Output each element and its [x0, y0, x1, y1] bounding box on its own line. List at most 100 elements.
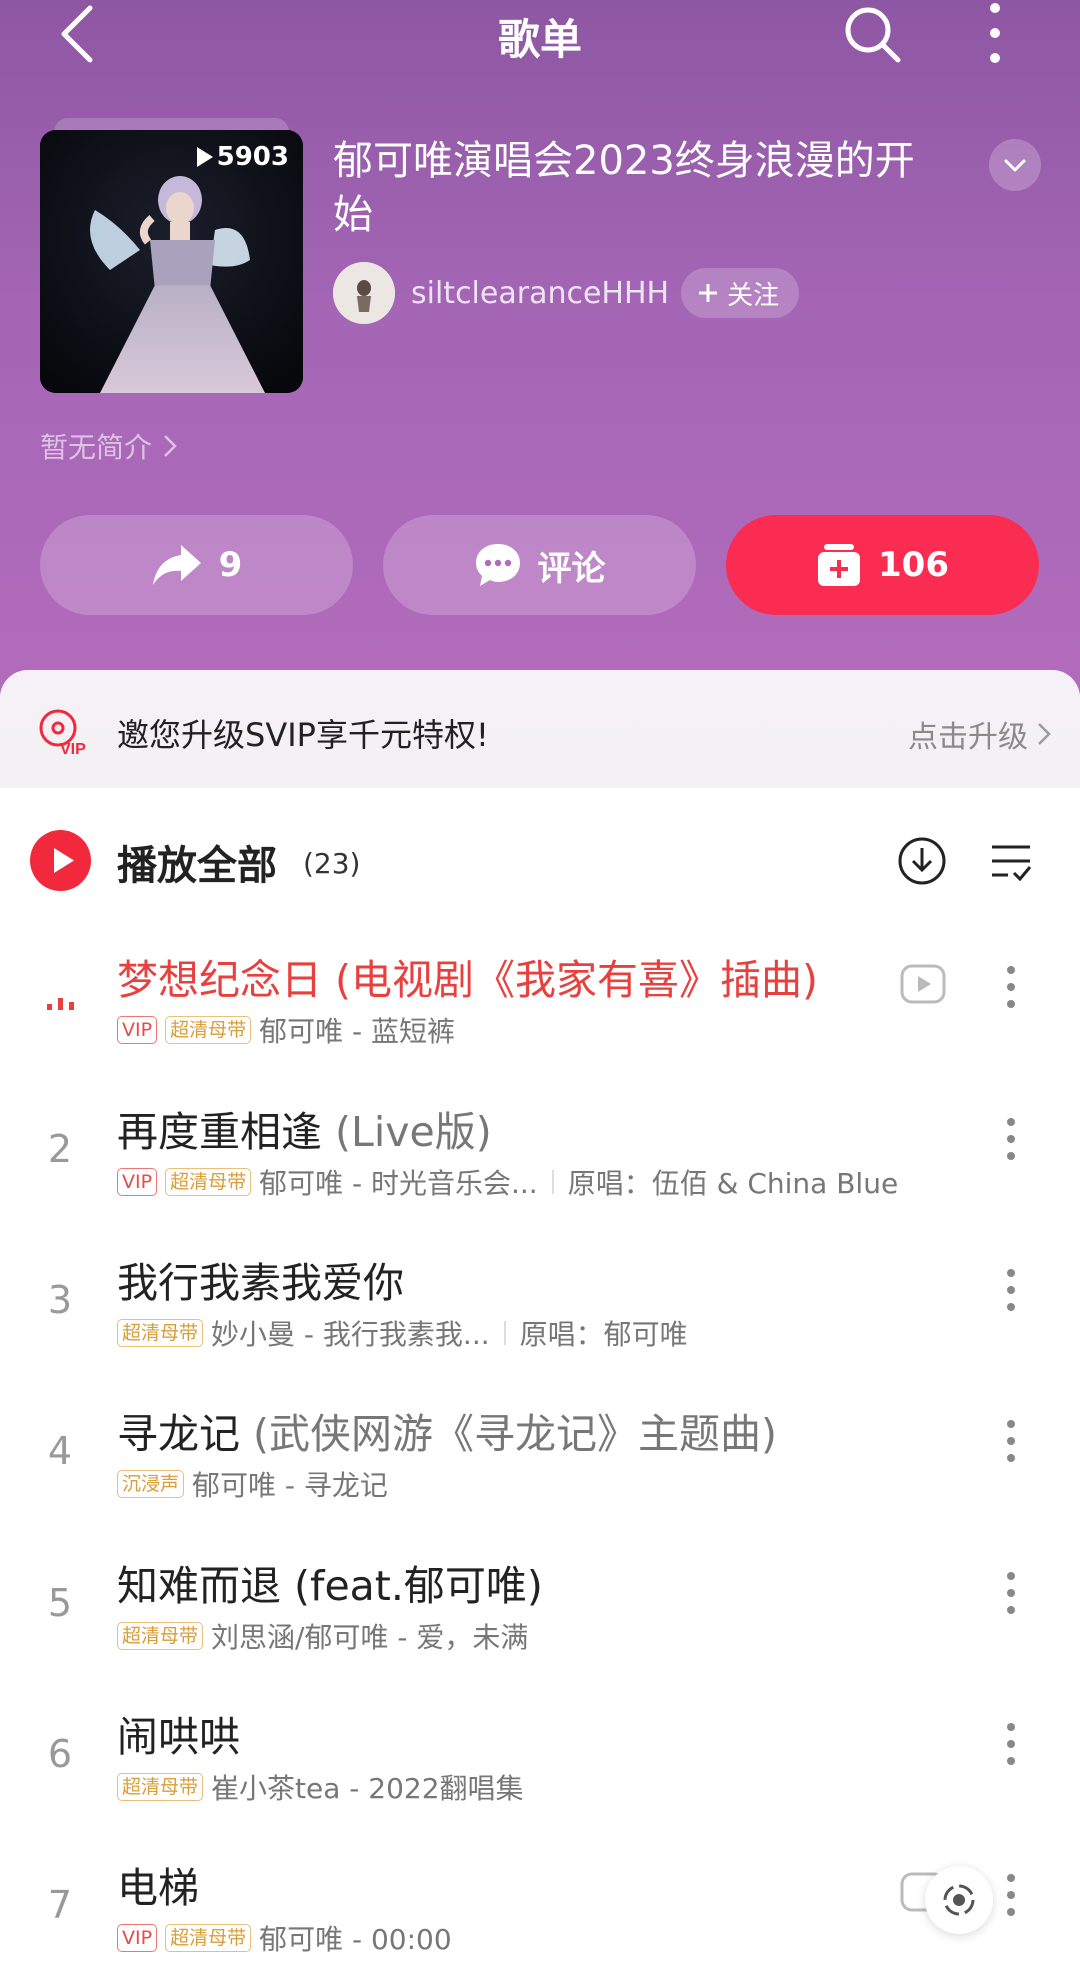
song-original-singer: 原唱：郁可唯 — [519, 1318, 688, 1351]
song-row-3[interactable]: 3 我行我素我爱你 超清母带 妙小曼 - 我行我素我... 原唱：郁可唯 — [0, 1231, 1080, 1371]
song-title: 知难而退 (feat.郁可唯) — [117, 1562, 543, 1610]
quality-tag: 超清母带 — [165, 1016, 252, 1044]
song-index: 4 — [47, 1429, 73, 1473]
download-icon[interactable] — [896, 835, 948, 887]
search-icon[interactable] — [840, 2, 904, 66]
song-artist-album: 郁可唯 - 时光音乐会... — [259, 1167, 538, 1200]
song-more-icon[interactable] — [995, 1721, 1027, 1767]
song-more-icon[interactable] — [995, 1116, 1027, 1162]
song-meta: VIP 超清母带 郁可唯 - 蓝短裤 — [117, 1010, 455, 1050]
song-title: 闹哄哄 — [117, 1713, 240, 1761]
playlist-cover[interactable]: 5903 — [40, 118, 303, 393]
comment-icon — [475, 544, 520, 586]
creator-avatar[interactable] — [333, 262, 395, 324]
song-meta: VIP 超清母带 郁可唯 - 00:00 — [117, 1918, 452, 1958]
song-index: 6 — [47, 1732, 73, 1776]
page-title: 歌单 — [497, 15, 582, 64]
song-meta: 超清母带 崔小茶tea - 2022翻唱集 — [117, 1767, 524, 1807]
more-vertical-icon[interactable] — [975, 0, 1015, 66]
comment-button[interactable]: 评论 — [383, 515, 696, 615]
upgrade-link[interactable]: 点击升级 — [908, 712, 1052, 756]
vip-tag: VIP — [117, 1016, 158, 1044]
playlist-description[interactable]: 暂无简介 — [40, 426, 178, 466]
song-title-sub: (武侠网游《寻龙记》主题曲) — [240, 1410, 778, 1458]
song-title: 再度重相逢 (Live版) — [117, 1098, 492, 1158]
multi-select-icon[interactable] — [988, 839, 1034, 885]
mv-icon[interactable] — [900, 964, 946, 1004]
vip-banner-text: 邀您升级SVIP享千元特权! — [117, 716, 489, 754]
quality-tag: 超清母带 — [165, 1168, 252, 1196]
song-more-icon[interactable] — [995, 1570, 1027, 1616]
share-icon — [152, 545, 201, 585]
song-row-5[interactable]: 5 知难而退 (feat.郁可唯) 超清母带 刘思涵/郁可唯 - 爱，未满 — [0, 1534, 1080, 1674]
song-artist-album: 郁可唯 - 寻龙记 — [192, 1469, 388, 1502]
song-title-main: 再度重相逢 — [117, 1108, 322, 1156]
plus-icon — [699, 284, 718, 302]
meta-divider — [551, 1170, 554, 1194]
song-meta: 超清母带 刘思涵/郁可唯 - 爱，未满 — [117, 1616, 528, 1656]
collect-button[interactable]: 106 — [726, 515, 1039, 615]
song-more-icon[interactable] — [995, 964, 1027, 1010]
comment-label: 评论 — [537, 548, 606, 589]
chevron-right-icon — [164, 435, 177, 457]
song-title: 我行我素我爱你 — [117, 1259, 404, 1307]
quality-tag: 超清母带 — [117, 1622, 204, 1650]
collect-count: 106 — [878, 545, 949, 585]
chevron-right-icon — [1038, 723, 1051, 745]
play-all-icon[interactable] — [30, 830, 91, 891]
song-title: 梦想纪念日 (电视剧《我家有喜》插曲) — [117, 956, 819, 1004]
collect-add-icon — [818, 544, 860, 586]
song-title-sub: (Live版) — [322, 1108, 492, 1156]
song-index: 2 — [47, 1127, 73, 1171]
upgrade-link-label: 点击升级 — [908, 720, 1028, 755]
song-row-1[interactable]: 梦想纪念日 (电视剧《我家有喜》插曲) VIP 超清母带 郁可唯 - 蓝短裤 — [0, 928, 1080, 1068]
chevron-down-icon[interactable] — [989, 139, 1041, 191]
song-artist-album: 郁可唯 - 00:00 — [259, 1923, 452, 1956]
svg-text:VIP: VIP — [60, 741, 86, 758]
share-count: 9 — [218, 545, 243, 585]
song-index: 7 — [47, 1883, 73, 1927]
creator-row: siltclearanceHHH 关注 — [333, 262, 800, 324]
song-row-7[interactable]: 7 电梯 VIP 超清母带 郁可唯 - 00:00 — [0, 1836, 1080, 1976]
creator-name[interactable]: siltclearanceHHH — [411, 276, 669, 311]
song-artist-album: 崔小茶tea - 2022翻唱集 — [211, 1772, 524, 1805]
quality-tag: 超清母带 — [117, 1773, 204, 1801]
song-meta: 超清母带 妙小曼 - 我行我素我... 原唱：郁可唯 — [117, 1313, 688, 1353]
now-playing-icon — [47, 998, 74, 1010]
quality-tag: 超清母带 — [117, 1319, 204, 1347]
song-meta: 沉浸声 郁可唯 - 寻龙记 — [117, 1464, 388, 1504]
follow-button[interactable]: 关注 — [681, 268, 800, 318]
song-row-6[interactable]: 6 闹哄哄 超清母带 崔小茶tea - 2022翻唱集 — [0, 1685, 1080, 1825]
vip-tag: VIP — [117, 1924, 158, 1952]
song-index: 5 — [47, 1581, 73, 1625]
song-count: (23) — [303, 847, 361, 880]
song-meta: VIP 超清母带 郁可唯 - 时光音乐会... 原唱：伍佰 & China Bl… — [117, 1162, 898, 1202]
locate-current-song-icon[interactable] — [925, 1866, 993, 1934]
play-all-row: 播放全部 (23) — [0, 817, 1080, 903]
playlist-title: 郁可唯演唱会2023终身浪漫的开始 — [333, 138, 915, 238]
song-original-singer: 原唱：伍佰 & China Blue — [567, 1167, 899, 1200]
vip-banner[interactable]: VIP 邀您升级SVIP享千元特权! 点击升级 — [0, 670, 1080, 788]
song-more-icon[interactable] — [995, 1267, 1027, 1313]
follow-label: 关注 — [727, 280, 780, 311]
play-count-value: 5903 — [216, 142, 289, 172]
song-index: 3 — [47, 1278, 73, 1322]
play-all-label[interactable]: 播放全部 — [117, 833, 277, 891]
quality-tag: 沉浸声 — [117, 1470, 185, 1498]
song-title-main: 寻龙记 — [117, 1410, 240, 1458]
song-title: 电梯 — [117, 1864, 199, 1912]
quality-tag: 超清母带 — [165, 1924, 252, 1952]
song-row-4[interactable]: 4 寻龙记 (武侠网游《寻龙记》主题曲) 沉浸声 郁可唯 - 寻龙记 — [0, 1382, 1080, 1522]
play-count: 5903 — [196, 142, 289, 172]
play-count-icon — [196, 147, 213, 167]
vip-tag: VIP — [117, 1168, 158, 1196]
song-title: 寻龙记 (武侠网游《寻龙记》主题曲) — [117, 1400, 777, 1460]
top-bar: 歌单 — [0, 0, 1080, 70]
description-text: 暂无简介 — [40, 431, 153, 464]
song-artist-album: 妙小曼 - 我行我素我... — [211, 1318, 490, 1351]
song-artist-album: 郁可唯 - 蓝短裤 — [259, 1015, 455, 1048]
song-more-icon[interactable] — [995, 1418, 1027, 1464]
song-row-2[interactable]: 2 再度重相逢 (Live版) VIP 超清母带 郁可唯 - 时光音乐会... … — [0, 1080, 1080, 1220]
song-more-icon[interactable] — [995, 1872, 1027, 1918]
share-button[interactable]: 9 — [40, 515, 353, 615]
